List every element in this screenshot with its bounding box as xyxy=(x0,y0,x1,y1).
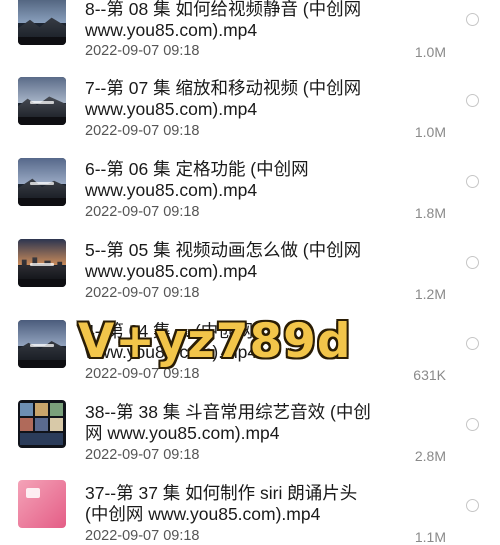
file-date: 2022-09-07 09:18 xyxy=(85,447,200,463)
file-date: 2022-09-07 09:18 xyxy=(85,528,200,544)
video-thumbnail xyxy=(18,480,66,528)
select-radio[interactable] xyxy=(466,175,479,188)
select-radio[interactable] xyxy=(466,499,479,512)
file-name: 5--第 05 集 视频动画怎么做 (中创网 www.you85.com).mp4 xyxy=(85,240,362,281)
list-item[interactable]: 5--第 05 集 视频动画怎么做 (中创网 www.you85.com).mp4… xyxy=(0,219,500,302)
file-date: 2022-09-07 09:18 xyxy=(85,123,200,139)
select-radio[interactable] xyxy=(466,418,479,431)
video-thumbnail xyxy=(18,0,66,45)
list-item[interactable]: 37--第 37 集 如何制作 siri 朗诵片头 (中创网 www.you85.… xyxy=(0,462,500,545)
video-thumbnail xyxy=(18,320,66,368)
file-size: 1.1M xyxy=(414,529,446,545)
file-name: 37--第 37 集 如何制作 siri 朗诵片头 (中创网 www.you85.… xyxy=(85,483,358,524)
file-date: 2022-09-07 09:18 xyxy=(85,285,200,301)
list-item[interactable]: 7--第 07 集 缩放和移动视频 (中创网 www.you85.com).mp4… xyxy=(0,57,500,140)
file-name: 6--第 06 集 定格功能 (中创网 www.you85.com).mp4 xyxy=(85,159,309,200)
video-thumbnail xyxy=(18,239,66,287)
file-name: 8--第 08 集 如何给视频静音 (中创网 www.you85.com).mp4 xyxy=(85,0,362,40)
watermark-overlay: V+yz789d xyxy=(78,314,352,369)
video-thumbnail xyxy=(18,400,66,448)
file-name: 38--第 38 集 斗音常用综艺音效 (中创网 www.you85.com).… xyxy=(85,402,371,443)
list-item[interactable]: 8--第 08 集 如何给视频静音 (中创网 www.you85.com).mp4… xyxy=(0,0,500,60)
list-item[interactable]: 6--第 06 集 定格功能 (中创网 www.you85.com).mp4 20… xyxy=(0,138,500,221)
file-name: 7--第 07 集 缩放和移动视频 (中创网 www.you85.com).mp4 xyxy=(85,78,362,119)
select-radio[interactable] xyxy=(466,256,479,269)
select-radio[interactable] xyxy=(466,94,479,107)
select-radio[interactable] xyxy=(466,13,479,26)
select-radio[interactable] xyxy=(466,337,479,350)
video-thumbnail xyxy=(18,158,66,206)
list-item[interactable]: 38--第 38 集 斗音常用综艺音效 (中创网 www.you85.com).… xyxy=(0,381,500,464)
video-thumbnail xyxy=(18,77,66,125)
file-date: 2022-09-07 09:18 xyxy=(85,204,200,220)
